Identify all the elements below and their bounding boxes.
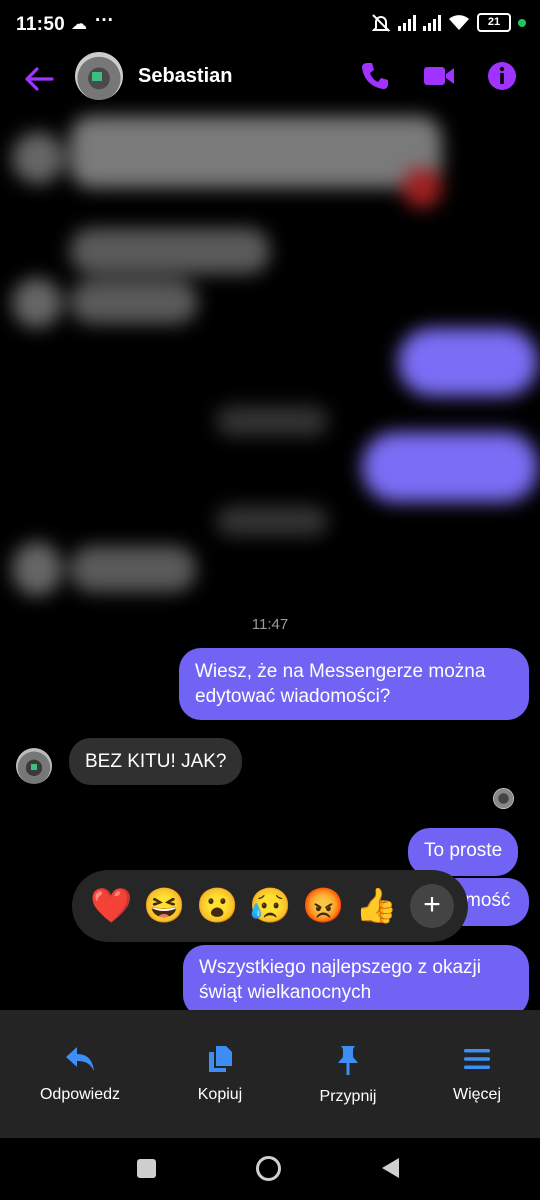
copy-label: Kopiuj [197,1086,243,1103]
more-notifications-icon: ··· [95,10,114,31]
outgoing-message[interactable]: To proste [408,828,519,876]
mute-vibrate-icon [371,13,391,32]
thumbs-up-reaction[interactable]: 👍 [355,886,397,927]
blurred-avatar [12,132,64,184]
back-nav-icon[interactable] [380,1157,400,1179]
heart-reaction[interactable]: ❤️ [90,886,132,927]
menu-icon [464,1049,490,1069]
pin-icon [338,1046,358,1075]
copy-icon [209,1046,232,1072]
outgoing-message[interactable]: Wszystkiego najlepszego z okazji świąt w… [183,945,529,1017]
chat-header: Sebastian [0,50,540,110]
home-button[interactable] [256,1156,281,1181]
phone-call-icon[interactable] [359,60,391,92]
blurred-avatar [12,278,62,328]
video-call-icon[interactable] [423,60,455,92]
blurred-avatar [12,542,62,596]
laugh-reaction[interactable]: 😆 [143,886,185,927]
blurred-message [70,228,270,274]
recents-button[interactable] [137,1159,156,1178]
reply-button[interactable]: Odpowiedz [20,1044,140,1104]
blurred-reaction [402,168,442,208]
battery-icon: 21 [477,13,511,32]
blurred-message [70,546,196,592]
outgoing-message-text: mość [465,890,511,911]
cloud-icon: ☁ [71,16,87,33]
more-label: Więcej [452,1086,501,1103]
blurred-message [362,432,538,502]
blurred-timestamp [216,406,328,436]
contact-name[interactable]: Sebastian [138,65,232,88]
back-arrow-icon[interactable] [22,62,56,96]
blurred-history [0,110,540,610]
message-timestamp: 11:47 [251,616,289,633]
reply-icon [66,1047,94,1071]
blurred-message [70,280,198,324]
reaction-picker: ❤️ 😆 😮 😥 😡 👍 + [72,870,468,942]
info-icon[interactable] [486,60,518,92]
reply-label: Odpowiedz [39,1086,121,1103]
pin-label: Przypnij [319,1088,377,1105]
wifi-icon [449,14,469,30]
status-bar: 11:50 ☁ ··· 21 [0,0,540,50]
contact-avatar-small [16,748,52,784]
signal-1-icon [398,14,416,31]
more-reactions-button[interactable]: + [410,884,454,928]
seen-avatar [493,788,514,809]
privacy-dot [518,18,526,27]
sad-reaction[interactable]: 😥 [249,886,291,927]
copy-button[interactable]: Kopiuj [160,1044,280,1104]
angry-reaction[interactable]: 😡 [302,886,344,927]
incoming-message[interactable]: BEZ KITU! JAK? [69,738,243,785]
outgoing-message[interactable]: Wiesz, że na Messengerze można edytować … [179,648,529,720]
blurred-message [70,116,442,188]
pin-button[interactable]: Przypnij [288,1044,408,1106]
system-nav-bar [0,1138,540,1200]
contact-avatar[interactable] [75,52,123,100]
signal-2-icon [423,14,441,31]
more-button[interactable]: Więcej [417,1044,537,1104]
blurred-message [398,328,538,396]
wow-reaction[interactable]: 😮 [196,886,238,927]
blurred-timestamp [216,506,328,536]
status-time: 11:50 [16,14,66,35]
message-action-bar: Odpowiedz Kopiuj Przypnij Więcej [0,1010,540,1138]
